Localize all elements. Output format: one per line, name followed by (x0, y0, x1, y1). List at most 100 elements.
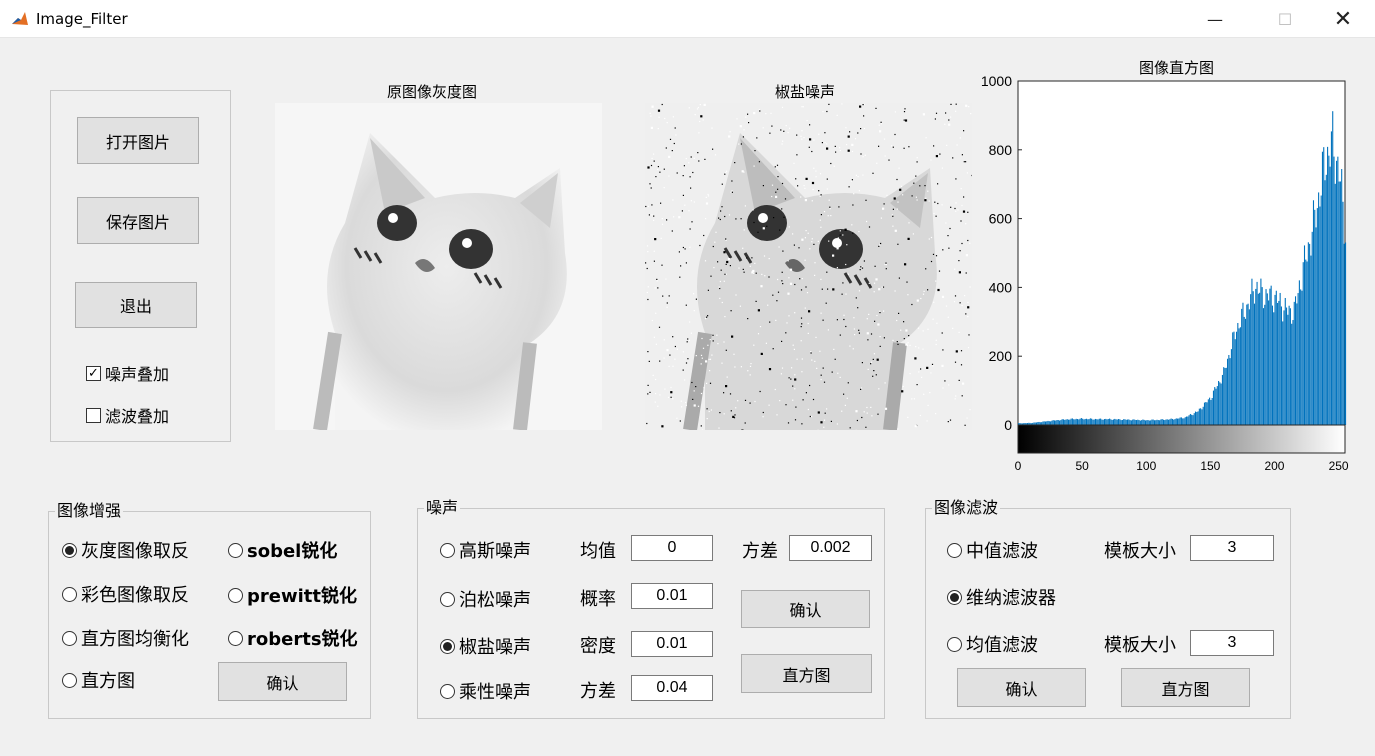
save-image-button[interactable]: 保存图片 (77, 197, 199, 244)
radio-dot (62, 542, 77, 558)
radio-median[interactable]: 中值滤波 (947, 537, 1038, 563)
noise-pixel (835, 151, 837, 153)
noise-pixel (897, 343, 899, 345)
noise-pixel (742, 268, 744, 270)
histogram-bar (1087, 419, 1089, 425)
noise-pixel (907, 237, 910, 240)
histogram-bar (1146, 420, 1148, 425)
noise-pixel (861, 267, 864, 269)
radio-sobel[interactable]: sobel锐化 (228, 537, 337, 563)
radio-mean-filter[interactable]: 均值滤波 (947, 631, 1038, 657)
histogram-bar (1339, 181, 1341, 425)
histogram-bar (1241, 308, 1243, 425)
noise-pixel (751, 257, 753, 259)
noise-pixel (694, 114, 696, 116)
histogram-bar (1093, 419, 1095, 425)
noise-pixel (672, 116, 674, 118)
noise-pixel (866, 332, 869, 335)
noise-pixel (961, 305, 963, 307)
radio-wiener[interactable]: 维纳滤波器 (947, 584, 1056, 610)
noise-pixel (762, 416, 764, 418)
close-button[interactable]: ✕ (1320, 0, 1366, 38)
noise-pixel (950, 206, 952, 208)
noise-pixel (967, 306, 970, 309)
noise-pixel (802, 106, 804, 108)
noise-pixel (678, 216, 681, 219)
radio-roberts[interactable]: roberts锐化 (228, 625, 358, 651)
exit-button[interactable]: 退出 (75, 282, 197, 328)
histogram-bar (1185, 416, 1188, 425)
open-image-button[interactable]: 打开图片 (77, 117, 199, 164)
radio-salt-pepper[interactable]: 椒盐噪声 (440, 633, 531, 659)
noise-pixel (865, 426, 867, 428)
noise-pixel (904, 108, 906, 110)
enhance-confirm-button[interactable]: 确认 (218, 662, 347, 701)
histogram-bar (1112, 419, 1114, 425)
noise-pixel (897, 428, 899, 430)
noise-pixel (853, 328, 855, 330)
noise-pixel (893, 197, 896, 200)
noise-pixel (753, 112, 756, 115)
noise-pixel (657, 166, 659, 168)
noise-pixel (827, 288, 829, 290)
noise-pixel (737, 400, 739, 402)
noise-pixel (811, 241, 813, 243)
histogram-bar (1188, 415, 1190, 425)
histogram-bar (1060, 420, 1062, 425)
noise-histogram-button[interactable]: 直方图 (741, 654, 872, 693)
noise-pixel (839, 147, 841, 149)
noise-pixel (915, 196, 917, 198)
filter-histogram-button[interactable]: 直方图 (1121, 668, 1250, 707)
noise-pixel (674, 345, 676, 348)
noise-pixel (754, 400, 756, 403)
radio-hist-eq[interactable]: 直方图均衡化 (62, 625, 189, 651)
density-field[interactable]: 0.01 (631, 631, 713, 657)
noise-pixel (731, 191, 733, 193)
radio-prewitt[interactable]: prewitt锐化 (228, 582, 357, 608)
noise-pixel (676, 417, 678, 419)
maximize-button[interactable]: ☐ (1262, 0, 1308, 38)
filter-overlay-checkbox[interactable]: 滤波叠加 (86, 403, 169, 427)
radio-gray-invert[interactable]: 灰度图像取反 (62, 537, 189, 563)
noise-pixel (813, 243, 815, 245)
noise-pixel (958, 271, 961, 274)
noise-pixel (647, 166, 650, 169)
radio-multiplicative[interactable]: 乘性噪声 (440, 678, 531, 704)
mean-size-field[interactable]: 3 (1190, 630, 1274, 656)
mean-field[interactable]: 0 (631, 535, 713, 561)
histogram-bar (1152, 419, 1154, 425)
noise-pixel (877, 413, 879, 415)
variance-field[interactable]: 0.002 (789, 535, 872, 561)
noise-pixel (800, 340, 802, 342)
filter-confirm-button[interactable]: 确认 (957, 668, 1086, 707)
noise-pixel (853, 193, 855, 195)
noise-pixel (827, 329, 829, 331)
radio-histogram[interactable]: 直方图 (62, 667, 135, 693)
noise-overlay-checkbox[interactable]: ✓ 噪声叠加 (86, 361, 169, 385)
histogram-bar (1183, 418, 1185, 425)
noise-pixel (663, 357, 665, 359)
radio-gaussian[interactable]: 高斯噪声 (440, 537, 531, 563)
histogram-bar (1260, 278, 1262, 425)
x-tick-label: 50 (1075, 459, 1089, 473)
noise-pixel (658, 116, 660, 118)
noise-confirm-button[interactable]: 确认 (741, 590, 870, 628)
radio-color-invert-label: 彩色图像取反 (81, 585, 189, 606)
minimize-button[interactable]: — (1192, 0, 1238, 38)
mult-variance-field[interactable]: 0.04 (631, 675, 713, 701)
median-size-field[interactable]: 3 (1190, 535, 1274, 561)
noise-pixel (664, 388, 666, 390)
noise-pixel (933, 145, 935, 147)
radio-poisson[interactable]: 泊松噪声 (440, 586, 531, 612)
prob-field[interactable]: 0.01 (631, 583, 713, 609)
noisy-image-title: 椒盐噪声 (775, 83, 836, 101)
noise-pixel (794, 374, 796, 376)
radio-dot (947, 636, 962, 652)
noise-pixel (914, 357, 917, 360)
noise-pixel (786, 322, 788, 324)
radio-color-invert[interactable]: 彩色图像取反 (62, 581, 189, 607)
noise-pixel (927, 190, 929, 192)
noise-pixel (901, 390, 904, 393)
noise-pixel (847, 273, 849, 275)
noise-pixel (968, 334, 970, 336)
